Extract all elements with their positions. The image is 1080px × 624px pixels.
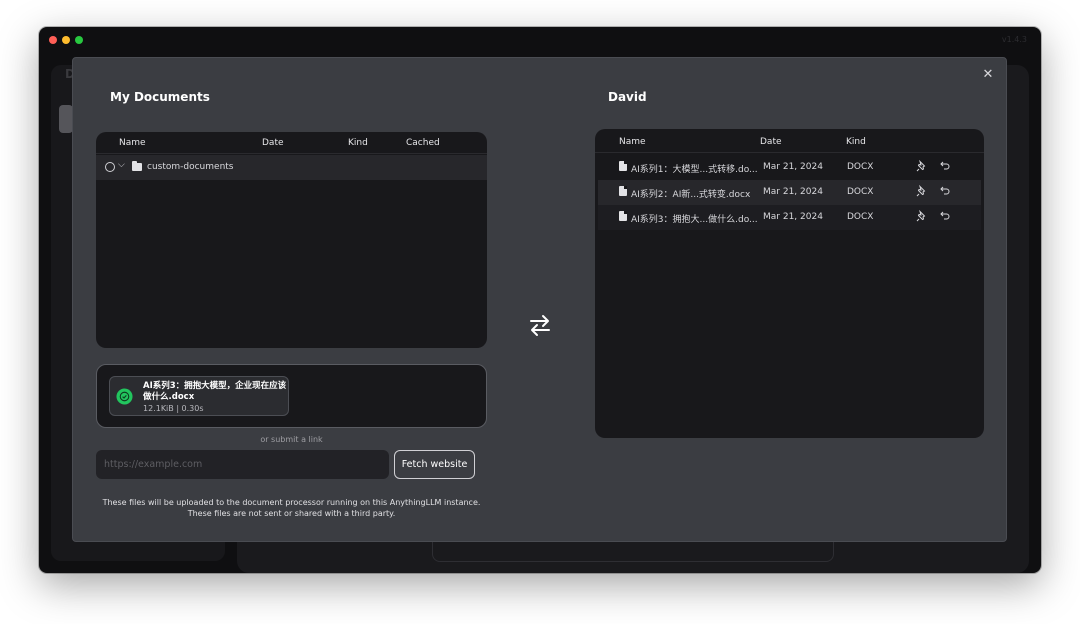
app-window: v1.4.3 D ✕ My Documents David Name Date … [39, 27, 1041, 573]
folder-checkbox[interactable] [105, 162, 115, 172]
success-check-icon [116, 388, 133, 405]
background-sidebar-button [59, 105, 73, 133]
undo-arrow-icon[interactable] [939, 185, 951, 197]
document-manager-modal: ✕ My Documents David Name Date Kind Cach… [72, 57, 1007, 542]
column-name[interactable]: Name [619, 137, 646, 147]
window-maximize-button[interactable] [75, 36, 83, 44]
chevron-down-icon[interactable]: ⌵ [118, 160, 125, 170]
file-icon [619, 186, 627, 196]
folder-icon [132, 161, 142, 171]
column-date[interactable]: Date [760, 137, 782, 147]
file-icon [619, 211, 627, 221]
workspace-header: Name Date Kind [595, 129, 984, 153]
footnote-line-1: These files will be uploaded to the docu… [102, 498, 481, 507]
file-date: Mar 21, 2024 [763, 212, 823, 222]
pin-icon[interactable] [916, 160, 928, 172]
folder-name: custom-documents [147, 162, 234, 172]
fetch-website-button[interactable]: Fetch website [394, 450, 475, 479]
file-icon [619, 161, 627, 171]
url-input[interactable] [96, 450, 389, 479]
my-documents-title: My Documents [110, 90, 210, 104]
version-tag: v1.4.3 [1001, 35, 1027, 44]
uploaded-file-meta: 12.1KiB | 0.30s [143, 404, 204, 413]
file-kind: DOCX [847, 162, 874, 172]
window-close-button[interactable] [49, 36, 57, 44]
file-name: AI系列1：大模型...式转移.do... [631, 165, 758, 175]
workspace-file-row[interactable]: AI系列2：AI新...式转变.docx Mar 21, 2024 DOCX [598, 180, 981, 205]
privacy-footnote: These files will be uploaded to the docu… [96, 497, 487, 519]
folder-row[interactable]: ⌵ custom-documents [96, 155, 487, 180]
column-kind[interactable]: Kind [348, 138, 368, 148]
uploaded-file-name: AI系列3：拥抱大模型，企业现在应该做什么.docx [143, 381, 287, 402]
footnote-line-2: These files are not sent or shared with … [187, 509, 396, 518]
pin-icon[interactable] [916, 185, 928, 197]
close-modal-button[interactable]: ✕ [980, 67, 996, 83]
column-date[interactable]: Date [262, 138, 284, 148]
column-cached[interactable]: Cached [406, 138, 440, 148]
column-kind[interactable]: Kind [846, 137, 866, 147]
title-bar: v1.4.3 [39, 27, 1041, 53]
pin-icon[interactable] [916, 210, 928, 222]
undo-arrow-icon[interactable] [939, 210, 951, 222]
upload-drop-zone[interactable]: AI系列3：拥抱大模型，企业现在应该做什么.docx 12.1KiB | 0.3… [96, 364, 487, 428]
workspace-file-row[interactable]: AI系列1：大模型...式转移.do... Mar 21, 2024 DOCX [598, 155, 981, 180]
column-name[interactable]: Name [119, 138, 146, 148]
file-date: Mar 21, 2024 [763, 162, 823, 172]
file-kind: DOCX [847, 212, 874, 222]
uploaded-file-card: AI系列3：拥抱大模型，企业现在应该做什么.docx 12.1KiB | 0.3… [109, 376, 289, 416]
swap-arrows-icon[interactable] [528, 313, 552, 337]
undo-arrow-icon[interactable] [939, 160, 951, 172]
my-documents-panel: Name Date Kind Cached ⌵ custom-documents [96, 132, 487, 348]
file-name: AI系列3：拥抱大...做什么.do... [631, 215, 758, 225]
workspace-documents-panel: Name Date Kind AI系列1：大模型...式转移.do... Mar… [595, 129, 984, 438]
workspace-title: David [608, 90, 647, 104]
file-kind: DOCX [847, 187, 874, 197]
my-documents-header: Name Date Kind Cached [96, 132, 487, 154]
window-minimize-button[interactable] [62, 36, 70, 44]
file-date: Mar 21, 2024 [763, 187, 823, 197]
file-name: AI系列2：AI新...式转变.docx [631, 190, 751, 200]
workspace-file-row[interactable]: AI系列3：拥抱大...做什么.do... Mar 21, 2024 DOCX [598, 205, 981, 230]
submit-link-hint: or submit a link [260, 435, 323, 444]
